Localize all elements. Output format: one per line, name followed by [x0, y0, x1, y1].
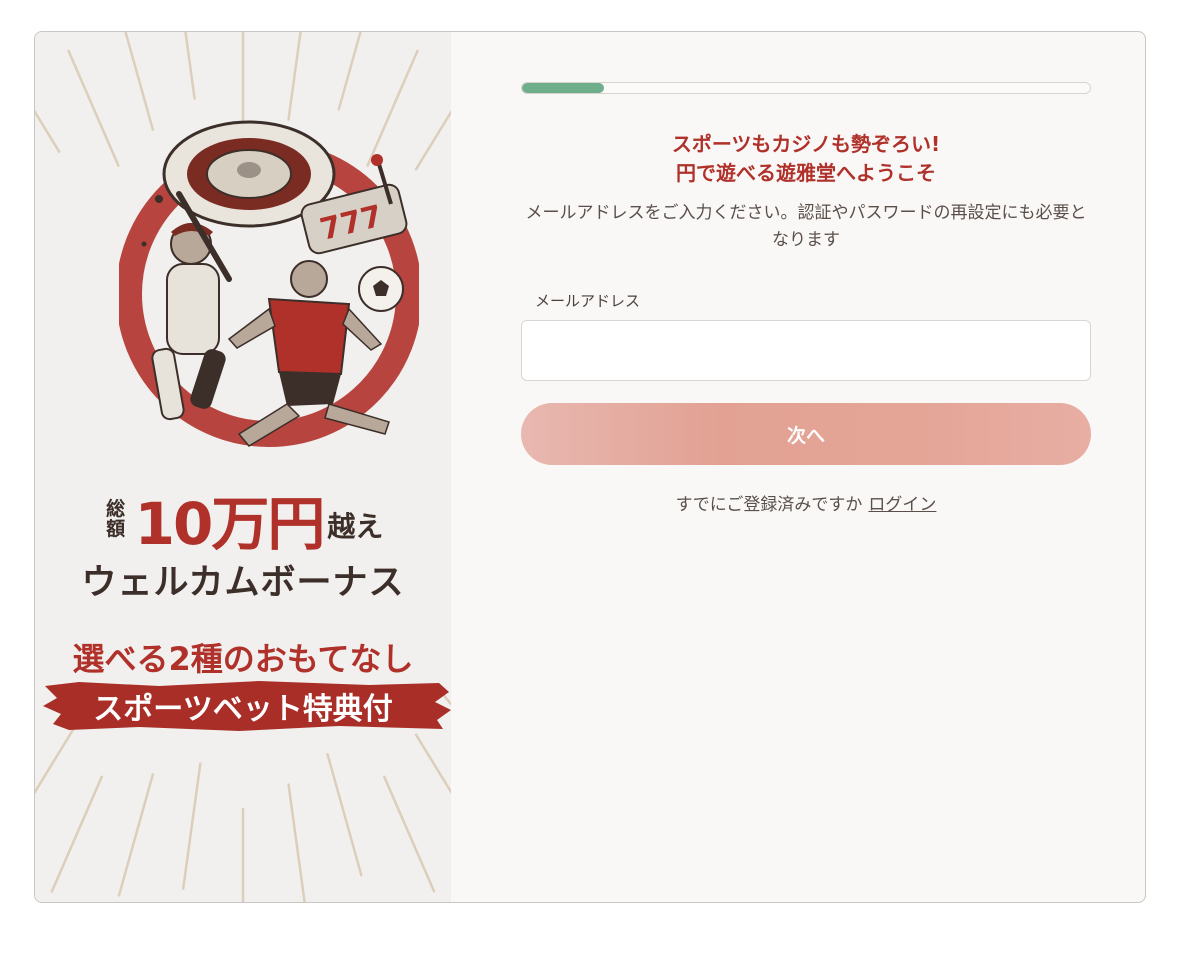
sunburst-ray — [326, 752, 363, 877]
sunburst-ray — [414, 733, 451, 795]
headline-total-label: 総額 — [106, 498, 126, 540]
email-label: メールアドレス — [535, 292, 641, 310]
sunburst-ray — [337, 32, 362, 111]
login-link[interactable]: ログイン — [868, 495, 936, 515]
sunburst-ray — [184, 32, 196, 100]
sunburst-ray — [50, 775, 104, 893]
sunburst-ray — [117, 773, 155, 897]
sunburst-ray — [287, 783, 306, 902]
headline-suffix: 越え — [327, 510, 384, 543]
welcome-title-line2: 円で遊べる遊雅堂へようこそ — [676, 161, 936, 185]
signup-modal: 777 総額 10万円 越え ウェルカムボーナス 選べる2種のおもてなし スポー… — [34, 31, 1146, 903]
promo-banner: 777 総額 10万円 越え ウェルカムボーナス 選べる2種のおもてなし スポー… — [35, 32, 451, 902]
already-registered-text: すでにご登録済みですか — [675, 495, 863, 515]
signup-progress-bar — [521, 82, 1091, 94]
headline-amount: 10万円 — [134, 490, 326, 558]
sunburst-ray — [181, 762, 202, 890]
email-instructions: メールアドレスをご入力ください。認証やパスワードの再設定にも必要となります — [525, 203, 1087, 250]
bonus-amount-headline: 総額 10万円 越え — [35, 484, 451, 558]
welcome-title: スポーツもカジノも勢ぞろい! 円で遊べる遊雅堂へようこそ — [521, 130, 1091, 188]
progress-fill — [522, 83, 605, 93]
sunburst-ray — [382, 775, 436, 893]
sunburst-ray — [67, 49, 120, 167]
sunburst-ray — [35, 109, 61, 153]
email-field[interactable] — [521, 320, 1091, 381]
next-button[interactable]: 次へ — [521, 403, 1091, 465]
sports-casino-illustration-icon: 777 — [119, 120, 419, 447]
choice-text: 選べる2種のおもてなし — [72, 640, 414, 678]
sunburst-ray — [414, 109, 451, 171]
login-prompt: すでにご登録済みですか ログイン — [521, 490, 1091, 515]
sunburst-ray — [35, 715, 83, 795]
welcome-title-line1: スポーツもカジノも勢ぞろい! — [671, 132, 941, 156]
sportsbet-bonus-text: スポーツベット特典付 — [93, 692, 393, 727]
welcome-bonus-text: ウェルカムボーナス — [81, 563, 405, 603]
